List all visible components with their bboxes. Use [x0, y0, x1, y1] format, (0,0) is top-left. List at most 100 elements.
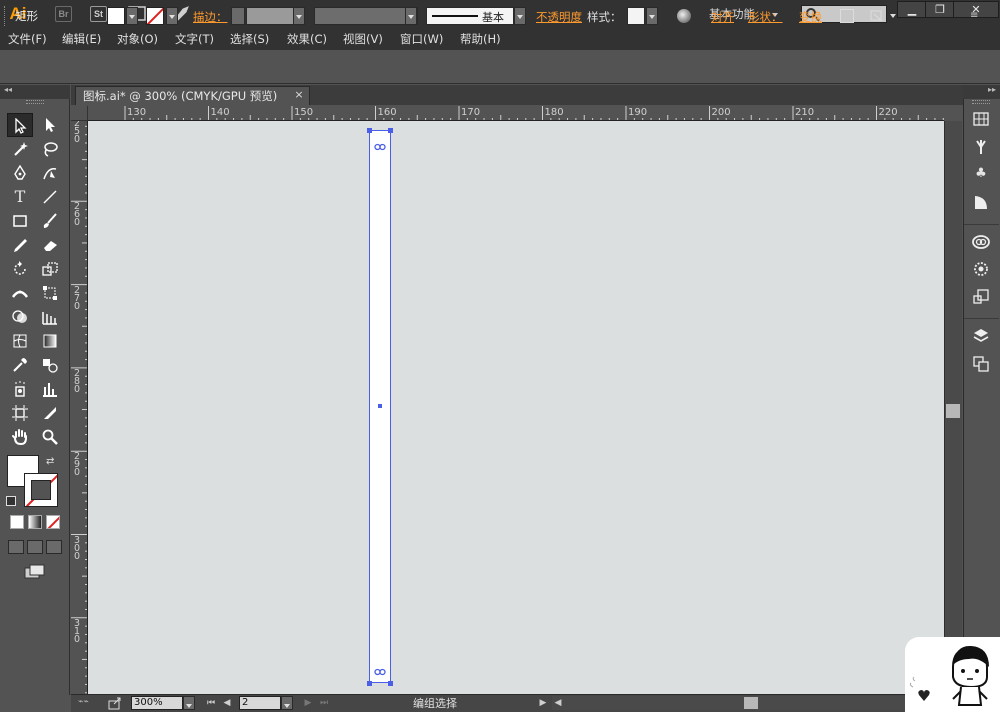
selection-handle[interactable] — [388, 681, 393, 686]
recolor-artwork-icon[interactable] — [677, 9, 691, 23]
dock-grip[interactable] — [972, 100, 990, 104]
horizontal-ruler[interactable]: 130 140 150 160 170 180 190 200 210 220 — [88, 106, 944, 121]
selection-handle[interactable] — [388, 128, 393, 133]
transform-each-icon[interactable] — [840, 9, 854, 23]
tool-rectangle[interactable] — [7, 209, 33, 233]
artboard-number-field[interactable]: 2 — [239, 696, 281, 710]
tool-artboard[interactable] — [7, 401, 33, 425]
color-mode-button[interactable] — [10, 515, 24, 529]
menu-object[interactable]: 对象(O) — [117, 31, 158, 47]
tool-slice[interactable] — [37, 401, 63, 425]
dock-graphic-styles[interactable] — [970, 191, 992, 213]
tool-lasso[interactable] — [37, 137, 63, 161]
maximize-button[interactable]: ❐ — [925, 1, 955, 18]
stroke-weight-field[interactable] — [246, 7, 294, 25]
dock-appearance[interactable] — [970, 258, 992, 280]
tool-rotate[interactable] — [7, 257, 33, 281]
menu-view[interactable]: 视图(V) — [343, 31, 383, 47]
tool-eyedropper[interactable] — [7, 353, 33, 377]
tool-curvature[interactable] — [37, 161, 63, 185]
tool-paintbrush[interactable] — [37, 209, 63, 233]
minimize-button[interactable]: ▁ — [897, 1, 927, 18]
tool-zoom[interactable] — [37, 425, 63, 449]
document-tab[interactable]: 图标.ai* @ 300% (CMYK/GPU 预览) — [75, 86, 310, 105]
stroke-color-swatch[interactable] — [146, 7, 164, 25]
graphic-style-swatch[interactable] — [627, 7, 645, 25]
tool-shape-builder[interactable] — [7, 305, 33, 329]
menu-window[interactable]: 窗口(W) — [400, 31, 443, 47]
first-artboard-button[interactable]: ⏮ — [205, 696, 217, 710]
menu-edit[interactable]: 编辑(E) — [62, 31, 101, 47]
stroke-weight-stepper[interactable] — [231, 7, 245, 25]
swap-fill-stroke-icon[interactable]: ⇄ — [46, 456, 58, 468]
tool-pencil[interactable] — [7, 233, 33, 257]
tool-scale[interactable] — [37, 257, 63, 281]
tool-magic-wand[interactable] — [7, 137, 33, 161]
tool-blend[interactable] — [37, 353, 63, 377]
tool-line-segment[interactable] — [37, 185, 63, 209]
opacity-panel-link[interactable]: 不透明度 — [536, 9, 582, 25]
tools-panel-header[interactable] — [0, 85, 70, 99]
tool-gradient[interactable] — [37, 329, 63, 353]
stroke-weight-dropdown[interactable] — [293, 7, 305, 25]
dock-artboards[interactable] — [970, 353, 992, 375]
shape-panel-link[interactable]: 形状： — [748, 9, 783, 25]
previous-artboard-button[interactable]: ◀ — [221, 696, 233, 710]
scroll-left-button[interactable]: ◀ — [552, 696, 564, 710]
menu-effect[interactable]: 效果(C) — [287, 31, 327, 47]
fill-color-swatch[interactable] — [107, 7, 125, 25]
stock-button[interactable]: St — [90, 6, 107, 22]
artboard-canvas[interactable] — [88, 121, 944, 694]
vertical-ruler[interactable]: 250 260 270 280 290 300 310 — [71, 121, 88, 694]
next-artboard-button[interactable]: ▶ — [302, 696, 314, 710]
stroke-panel-link[interactable]: 描边： — [193, 9, 228, 25]
tool-mesh[interactable] — [7, 329, 33, 353]
dock-symbols[interactable]: ♣ — [970, 163, 992, 185]
menu-file[interactable]: 文件(F) — [8, 31, 47, 47]
dock-layers[interactable] — [970, 325, 992, 347]
tool-free-transform[interactable] — [37, 281, 63, 305]
dock-cc-libraries[interactable] — [970, 231, 992, 253]
horizontal-scroll-thumb[interactable] — [744, 697, 758, 709]
tool-pen[interactable] — [7, 161, 33, 185]
corner-widget-icon[interactable] — [374, 666, 386, 676]
tool-eraser[interactable] — [37, 233, 63, 257]
selection-handle[interactable] — [367, 681, 372, 686]
menu-help[interactable]: 帮助(H) — [460, 31, 501, 47]
status-menu-button[interactable]: ▶ — [537, 696, 549, 710]
panel-menu-icon[interactable]: ≡ — [970, 10, 984, 22]
none-mode-button[interactable] — [46, 515, 60, 529]
vertical-scroll-thumb[interactable] — [946, 404, 960, 418]
close-document-icon[interactable]: × — [292, 86, 306, 104]
align-panel-link[interactable]: 对齐 — [711, 9, 734, 25]
tool-hand[interactable] — [7, 425, 33, 449]
menu-select[interactable]: 选择(S) — [230, 31, 269, 47]
dock-brushes[interactable] — [970, 136, 992, 158]
dock-swatches[interactable] — [970, 108, 992, 130]
variable-width-profile[interactable] — [314, 7, 418, 25]
zoom-dropdown[interactable] — [183, 696, 195, 710]
selection-handle[interactable] — [367, 128, 372, 133]
artboard-dropdown[interactable] — [281, 696, 293, 710]
tool-width[interactable] — [7, 281, 33, 305]
draw-normal-button[interactable] — [8, 540, 24, 554]
width-profile-dropdown[interactable] — [405, 7, 417, 25]
draw-inside-button[interactable] — [46, 540, 62, 554]
menu-type[interactable]: 文字(T) — [175, 31, 214, 47]
tools-panel-grip[interactable] — [26, 100, 44, 104]
change-screen-mode-button[interactable] — [24, 564, 46, 580]
tool-selection[interactable] — [7, 113, 33, 137]
zoom-level-field[interactable]: 300% — [131, 696, 183, 710]
brush-dropdown[interactable] — [514, 7, 526, 25]
graphic-style-dropdown[interactable] — [646, 7, 658, 25]
draw-behind-button[interactable] — [27, 540, 43, 554]
corner-widget-icon[interactable] — [374, 141, 386, 151]
transform-panel-link[interactable]: 变换 — [799, 9, 822, 25]
dock-transform[interactable] — [970, 286, 992, 308]
ruler-origin[interactable] — [71, 106, 88, 121]
fill-dropdown[interactable] — [126, 7, 138, 25]
control-bar-grip[interactable] — [4, 6, 7, 26]
tool-direct-selection[interactable] — [37, 113, 63, 137]
tool-perspective-grid[interactable] — [37, 305, 63, 329]
default-fill-stroke-icon[interactable] — [6, 496, 16, 506]
